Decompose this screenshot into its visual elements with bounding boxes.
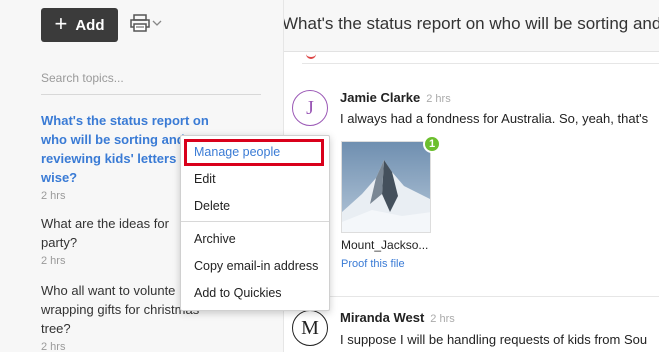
message-body: I always had a fondness for Australia. S… [340, 111, 649, 126]
topic-title-line: tree? [41, 321, 71, 336]
proof-file-link[interactable]: Proof this file [341, 258, 405, 270]
plus-icon: + [54, 11, 68, 36]
menu-divider [181, 221, 329, 222]
previous-message-edge [302, 56, 659, 64]
print-button[interactable] [130, 14, 162, 32]
menu-item-edit[interactable]: Edit [181, 166, 329, 192]
add-button[interactable]: + Add [41, 8, 118, 42]
menu-item-delete[interactable]: Delete [181, 193, 329, 219]
highlight-box [184, 139, 324, 166]
message-author: Jamie Clarke 2 hrs [340, 90, 451, 105]
menu-item-add-to-quickies[interactable]: Add to Quickies [181, 280, 329, 306]
topic-title-line: What's the status report on [41, 113, 209, 128]
menu-item-copy-email[interactable]: Copy email-in address [181, 253, 329, 279]
thread-header: What's the status report on who will be … [284, 0, 659, 52]
thread-pane: What's the status report on who will be … [283, 0, 659, 352]
author-name[interactable]: Miranda West [340, 310, 424, 325]
menu-item-archive[interactable]: Archive [181, 226, 329, 252]
message-body: I suppose I will be handling requests of… [340, 332, 648, 347]
thread-title: What's the status report on who will be … [283, 14, 659, 33]
avatar[interactable]: M [292, 310, 328, 346]
message-divider [292, 296, 659, 297]
message-author: Miranda West 2 hrs [340, 310, 455, 325]
author-name[interactable]: Jamie Clarke [340, 90, 420, 105]
chevron-down-icon [152, 20, 162, 26]
topic-time: 2 hrs [41, 341, 66, 352]
avatar[interactable]: J [292, 90, 328, 126]
add-button-label: Add [75, 16, 105, 34]
search-input[interactable]: Search topics... [41, 71, 261, 95]
attachment-filename: Mount_Jackso... [341, 238, 429, 252]
printer-icon [130, 14, 150, 32]
mountain-image [342, 142, 430, 232]
attachment-count-badge: 1 [423, 135, 441, 153]
attachment-thumbnail[interactable] [341, 141, 431, 233]
message-time: 2 hrs [430, 313, 455, 325]
message-time: 2 hrs [426, 93, 451, 105]
